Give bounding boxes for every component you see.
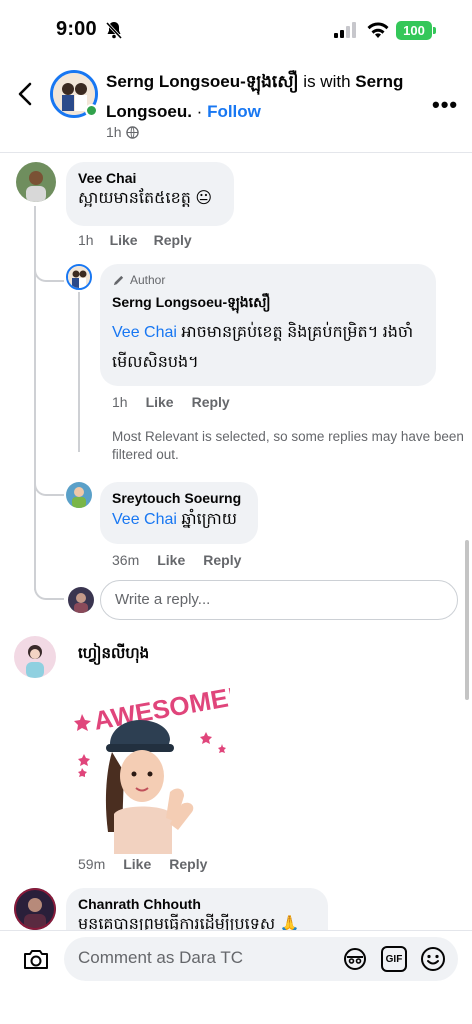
sticker-illustration: AWESOME! [74,681,239,854]
thread-line-author [78,292,80,452]
avatar[interactable] [16,162,56,202]
author-badge-label: Author [130,273,166,287]
avatar-image [68,266,90,288]
avatar-image [16,162,56,202]
reply-bubble[interactable]: Author Serng Longsoeu-ឡុងសឿ Vee Chai អាច… [100,264,436,386]
comment-text-line2: មើលសិនបង។ [112,354,199,371]
avatar[interactable] [14,636,56,678]
globe-icon [125,125,139,139]
commenter-name[interactable]: Serng Longsoeu-ឡុងសឿ [112,293,424,314]
camera-icon[interactable] [22,946,50,972]
thread-branch-3 [34,580,64,600]
avatar-image [66,482,92,508]
avatar-sticker-icon[interactable] [342,946,368,972]
thread-branch-1 [34,262,64,282]
thread-branch-2 [34,476,64,496]
comment-actions: 1h Like Reply [78,232,192,248]
commenter-name[interactable]: ហ្វៀនលីហុង [78,644,149,666]
commenter-name[interactable]: Sreytouch Soeurng [112,490,246,506]
avatar-image [14,636,56,678]
gif-button[interactable]: GIF [381,946,407,972]
avatar[interactable] [14,888,56,930]
avatar-image [68,587,94,613]
battery-tip [433,27,436,34]
scrollbar[interactable] [465,540,469,700]
comment-time: 1h [78,232,94,248]
reply-button[interactable]: Reply [203,552,241,568]
like-button[interactable]: Like [146,394,174,410]
follow-button[interactable]: Follow [207,102,261,121]
mention-link[interactable]: Vee Chai [112,511,177,528]
like-button[interactable]: Like [110,232,138,248]
comment-text-line1: អាចមានគ្រប់ខេត្ត និងគ្រប់កម្រិត។ រងចាំ [176,324,414,341]
wifi-icon [367,22,389,38]
reply-bubble[interactable]: Sreytouch Soeurng Vee Chai ឆ្នាំក្រោយ [100,482,258,544]
tagged-name-part2[interactable]: Longsoeu. [106,102,192,121]
reply-button[interactable]: Reply [192,394,230,410]
avatar[interactable] [66,264,92,290]
post-time: 1h [106,124,122,140]
post-meta: 1h [106,124,139,140]
sticker-image[interactable]: AWESOME! [70,664,239,854]
comment-text: ស្អាយមានតែ៥ខេត្ត 😐 [78,190,213,207]
my-avatar [68,587,94,613]
post-header-line2: Longsoeu. · Follow [106,101,261,123]
emoji-icon[interactable] [420,946,446,972]
reply-button[interactable]: Reply [154,232,192,248]
avatar-image [14,888,56,930]
more-options-icon[interactable]: ••• [432,92,458,118]
pen-icon [113,275,124,285]
with-text: is with [298,72,356,91]
reply-input[interactable]: Write a reply... [100,580,458,620]
comment-actions: 1h Like Reply [112,394,230,410]
battery-indicator: 100 [396,21,432,40]
avatar[interactable] [66,482,92,508]
like-button[interactable]: Like [123,856,151,872]
like-button[interactable]: Like [157,552,185,568]
commenter-name[interactable]: Chanrath Chhouth [78,896,316,912]
author-badge: Author [112,273,424,287]
post-author-name[interactable]: Serng Longsoeu-ឡុងសឿ [106,72,299,91]
separator-dot: · [191,102,208,121]
online-status-dot [85,104,98,117]
cell-signal-icon [334,22,356,38]
post-header-title: Serng Longsoeu-ឡុងសឿ is with Serng [106,71,426,93]
back-arrow-icon[interactable] [14,80,38,108]
comment-text-body: ឆ្នាំក្រោយ [176,511,237,528]
comment-time: 36m [112,552,140,568]
comment-text: Vee Chai ឆ្នាំក្រោយ [112,506,246,534]
filter-notice: Most Relevant is selected, so some repli… [112,429,464,462]
status-time: 9:00 [56,18,97,40]
comment-time: 59m [78,856,106,872]
comment-actions: 59m Like Reply [78,856,207,872]
comment-actions: 36m Like Reply [112,552,241,568]
header-divider [0,152,472,153]
bell-off-icon [105,21,123,40]
gif-label: GIF [385,953,403,965]
tagged-name-part1[interactable]: Serng [355,72,403,91]
mention-link[interactable]: Vee Chai [112,324,177,341]
comment-bubble[interactable]: Vee Chai ស្អាយមានតែ៥ខេត្ត 😐 [66,162,234,226]
comment-time: 1h [112,394,128,410]
reply-button[interactable]: Reply [169,856,207,872]
commenter-name[interactable]: Vee Chai [78,170,222,186]
comment-text: Vee Chai អាចមានគ្រប់ខេត្ត និងគ្រប់កម្រិត… [112,318,424,348]
